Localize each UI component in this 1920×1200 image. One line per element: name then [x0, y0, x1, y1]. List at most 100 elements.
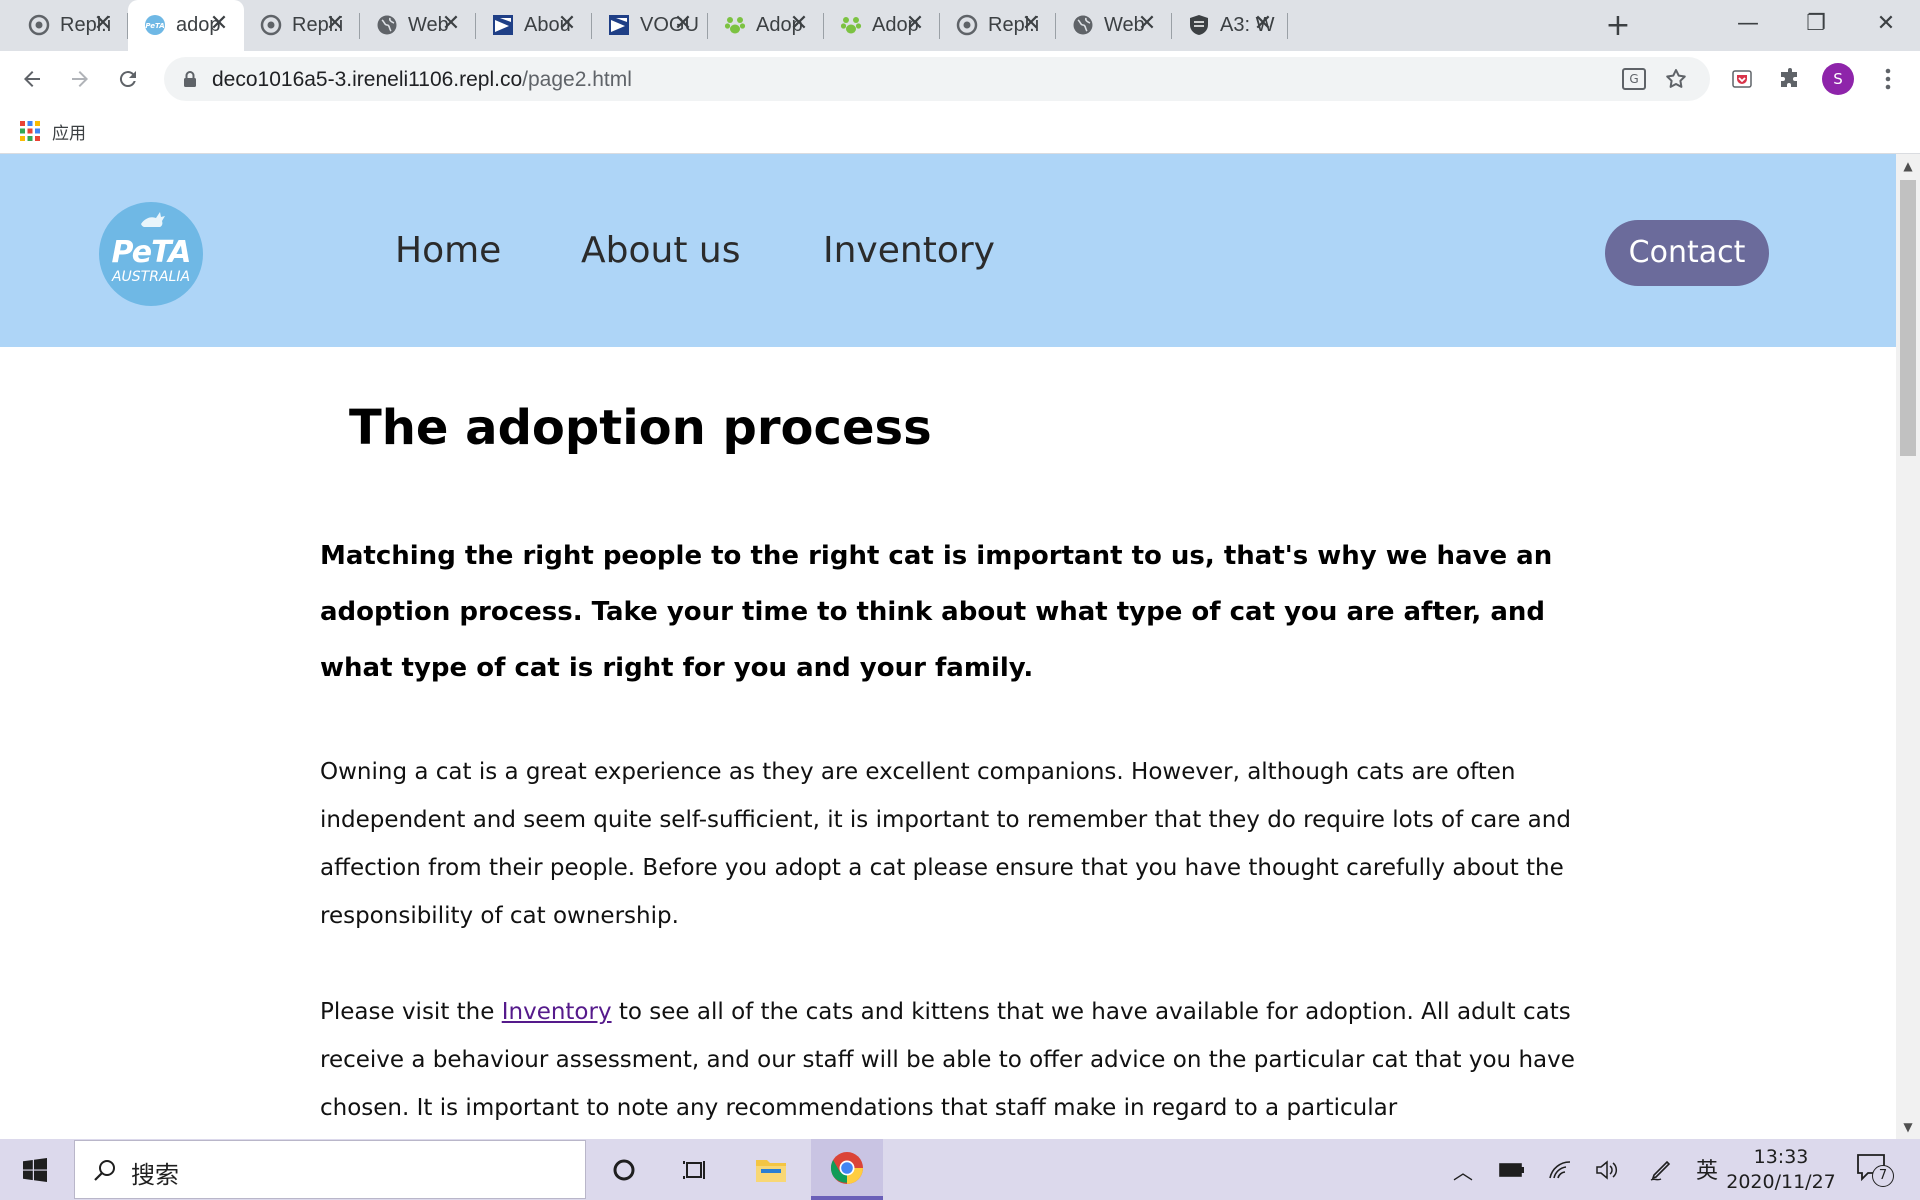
kebab-menu-icon	[1885, 68, 1891, 90]
apps-grid-icon	[20, 121, 40, 141]
tab-close-icon[interactable]: ✕	[1250, 11, 1276, 37]
volume-icon[interactable]	[1592, 1155, 1622, 1185]
clock-date: 2020/11/27	[1726, 1171, 1836, 1193]
forward-button[interactable]	[62, 61, 98, 97]
lock-icon	[184, 71, 196, 87]
browser-menu-button[interactable]	[1870, 61, 1906, 97]
logo-subtitle: AUSTRALIA	[111, 269, 191, 285]
page-scrollbar[interactable]: ▲ ▼	[1896, 154, 1920, 1139]
peta-logo[interactable]: PeTA AUSTRALIA	[99, 202, 203, 306]
shield-icon	[1188, 14, 1210, 36]
tab-close-icon[interactable]: ✕	[322, 11, 348, 37]
notification-center-button[interactable]: 7	[1856, 1153, 1896, 1187]
browser-tab-2[interactable]: PeTA adop ✕	[128, 0, 244, 51]
browser-tab-1[interactable]: Repl.i ✕	[12, 0, 128, 51]
bookmark-star-icon[interactable]	[1664, 67, 1688, 91]
page-title: The adoption process	[349, 400, 932, 456]
paw-icon	[724, 14, 746, 36]
restore-window-icon[interactable]: ❐	[1786, 4, 1846, 44]
contact-button[interactable]: Contact	[1605, 220, 1769, 286]
extension-button[interactable]	[1724, 61, 1760, 97]
tab-close-icon[interactable]: ✕	[90, 11, 116, 37]
banner-icon	[492, 14, 514, 36]
tab-separator	[1287, 13, 1288, 39]
minimize-window-icon[interactable]: —	[1718, 4, 1778, 44]
globe-icon	[376, 14, 398, 36]
system-clock[interactable]: 13:33 2020/11/27	[1725, 1145, 1837, 1195]
input-method-indicator[interactable]: 英	[1696, 1153, 1718, 1185]
ownership-paragraph: Owning a cat is a great experience as th…	[320, 759, 1571, 929]
reload-icon	[119, 71, 136, 88]
file-explorer-button[interactable]	[735, 1139, 807, 1200]
pen-input-icon[interactable]	[1646, 1155, 1676, 1185]
tab-close-icon[interactable]: ✕	[554, 11, 580, 37]
task-view-icon	[683, 1160, 705, 1179]
tab-close-icon[interactable]: ✕	[670, 11, 696, 37]
url-host: deco1016a5-3.ireneli1106.repl.co	[212, 68, 523, 91]
forward-arrow-icon	[72, 71, 88, 87]
tab-close-icon[interactable]: ✕	[438, 11, 464, 37]
search-icon	[94, 1160, 115, 1181]
globe-icon	[1072, 14, 1094, 36]
banner-icon	[608, 14, 630, 36]
nav-about-link[interactable]: About us	[581, 230, 740, 271]
start-button[interactable]	[0, 1139, 70, 1200]
browser-tab-4[interactable]: Web ✕	[360, 0, 476, 51]
tab-close-icon[interactable]: ✕	[206, 11, 232, 37]
wifi-icon[interactable]	[1545, 1155, 1575, 1185]
speaker-shape	[1596, 1160, 1618, 1180]
browser-toolbar: deco1016a5-3.ireneli1106.repl.co/page2.h…	[0, 51, 1920, 107]
profile-button[interactable]: S	[1820, 61, 1856, 97]
tab-close-icon[interactable]: ✕	[902, 11, 928, 37]
browser-tab-7[interactable]: Adop ✕	[708, 0, 824, 51]
browser-tab-5[interactable]: Abou ✕	[476, 0, 592, 51]
nav-inventory-link[interactable]: Inventory	[823, 230, 995, 271]
show-hidden-icons-chevron-icon[interactable]: ︿	[1448, 1155, 1478, 1185]
close-window-icon[interactable]: ✕	[1856, 4, 1916, 44]
taskbar-search-box[interactable]: 搜索	[74, 1140, 586, 1199]
url-text: deco1016a5-3.ireneli1106.repl.co/page2.h…	[212, 68, 632, 92]
back-button[interactable]	[14, 61, 50, 97]
tab-close-icon[interactable]: ✕	[1018, 11, 1044, 37]
tab-close-icon[interactable]: ✕	[786, 11, 812, 37]
screen: Repl.i ✕ PeTA adop ✕ Repl.i ✕ Web ✕ Abou ✕ VOGU ✕ Ado…	[0, 0, 1920, 1200]
task-view-button[interactable]	[660, 1139, 732, 1200]
extensions-menu-button[interactable]	[1772, 61, 1808, 97]
back-arrow-icon	[24, 71, 40, 87]
browser-tab-3[interactable]: Repl.i ✕	[244, 0, 360, 51]
cortana-circle-icon	[613, 1159, 635, 1180]
windows-taskbar: 搜索 ︿ 英 13:33 2020/11/27 7	[0, 1139, 1920, 1200]
reload-button[interactable]	[110, 61, 146, 97]
scrollbar-thumb[interactable]	[1900, 180, 1916, 456]
windows-logo-icon	[23, 1157, 47, 1182]
bunny-icon	[141, 212, 165, 227]
pocket-extension-icon	[1732, 70, 1752, 88]
notification-count-badge: 7	[1872, 1165, 1894, 1187]
cortana-button[interactable]	[588, 1139, 660, 1200]
browser-tab-10[interactable]: Web ✕	[1056, 0, 1172, 51]
browser-tab-strip: Repl.i ✕ PeTA adop ✕ Repl.i ✕ Web ✕ Abou ✕ VOGU ✕ Ado…	[0, 0, 1920, 51]
battery-icon[interactable]	[1497, 1155, 1527, 1185]
battery-shape	[1499, 1163, 1524, 1177]
web-page: PeTA AUSTRALIA Home About us Inventory C…	[0, 154, 1896, 1139]
bookmarks-bar: 应用	[0, 107, 1920, 154]
address-bar[interactable]: deco1016a5-3.ireneli1106.repl.co/page2.h…	[164, 57, 1710, 101]
scroll-up-arrow-icon[interactable]: ▲	[1896, 154, 1920, 178]
browser-tab-11[interactable]: A3: W ✕	[1172, 0, 1288, 51]
clock-time: 13:33	[1753, 1146, 1809, 1168]
new-tab-plus-icon[interactable]: +	[1600, 9, 1636, 43]
inventory-inline-link[interactable]: Inventory	[502, 999, 612, 1025]
tab-close-icon[interactable]: ✕	[1134, 11, 1160, 37]
inventory-paragraph: Please visit the Inventory to see all of…	[320, 988, 1610, 1132]
browser-tab-8[interactable]: Adop ✕	[824, 0, 940, 51]
browser-tab-9[interactable]: Repl.i ✕	[940, 0, 1056, 51]
translate-icon[interactable]: G	[1622, 68, 1646, 90]
nav-home-link[interactable]: Home	[395, 230, 501, 271]
replit-icon	[956, 14, 978, 36]
browser-tab-6[interactable]: VOGU ✕	[592, 0, 708, 51]
scroll-down-arrow-icon[interactable]: ▼	[1896, 1115, 1920, 1139]
inventory-paragraph-start: Please visit the	[320, 999, 502, 1025]
apps-shortcut[interactable]: 应用	[20, 117, 86, 145]
chrome-taskbar-button[interactable]	[811, 1139, 883, 1200]
peta-icon: PeTA	[144, 14, 166, 36]
